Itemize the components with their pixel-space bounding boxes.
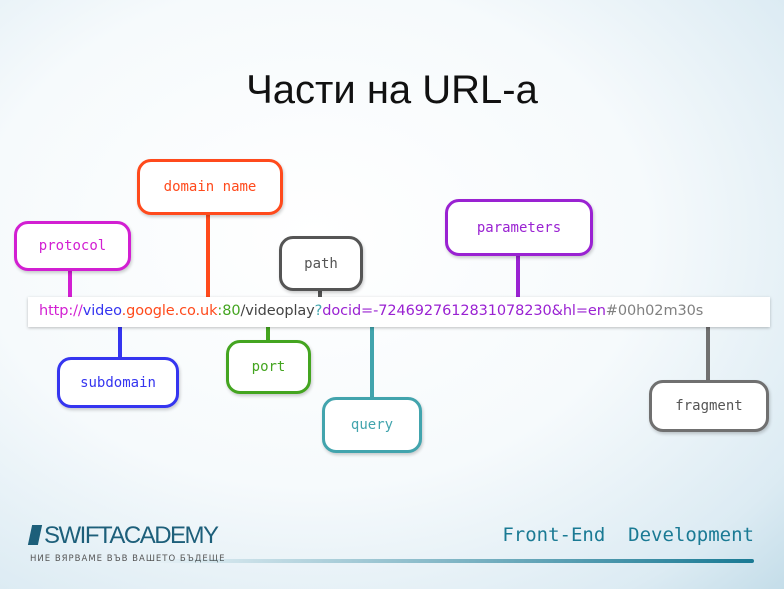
url-protocol: http:// (39, 303, 83, 319)
query-connector (370, 322, 374, 400)
domain-name-label: domain name (137, 159, 283, 215)
footer-divider (150, 559, 754, 563)
parameters-connector (516, 253, 520, 300)
logo-mark-icon (27, 525, 43, 545)
url-port: :80 (217, 303, 241, 319)
subdomain-label: subdomain (57, 357, 179, 408)
url-fragment: #00h02m30s (605, 303, 704, 319)
subdomain-connector (118, 322, 122, 360)
url-subdomain: video (82, 303, 122, 319)
parameters-label: parameters (445, 199, 593, 256)
port-label: port (226, 340, 311, 394)
fragment-label: fragment (649, 380, 769, 432)
query-label: query (322, 397, 422, 453)
slide: Части на URL-a http://video.google.co.uk… (0, 0, 784, 589)
domain-connector (206, 212, 210, 300)
path-label: path (279, 236, 363, 291)
course-name: Front-End Development (502, 524, 754, 546)
slide-title: Части на URL-a (246, 68, 538, 112)
url-parameters: docid=-7246927612831078230&hl=en (322, 303, 606, 319)
logo-text: SWIFTACADEMY (44, 522, 219, 549)
swift-academy-logo: SWIFTACADEMY (27, 522, 219, 550)
url-domain: .google.co.uk (121, 303, 218, 319)
protocol-connector (68, 268, 72, 300)
url-path: /videoplay (240, 303, 315, 319)
protocol-label: protocol (14, 221, 131, 271)
fragment-connector (706, 322, 710, 384)
url-text: http://video.google.co.uk:80/videoplay?d… (39, 303, 703, 319)
